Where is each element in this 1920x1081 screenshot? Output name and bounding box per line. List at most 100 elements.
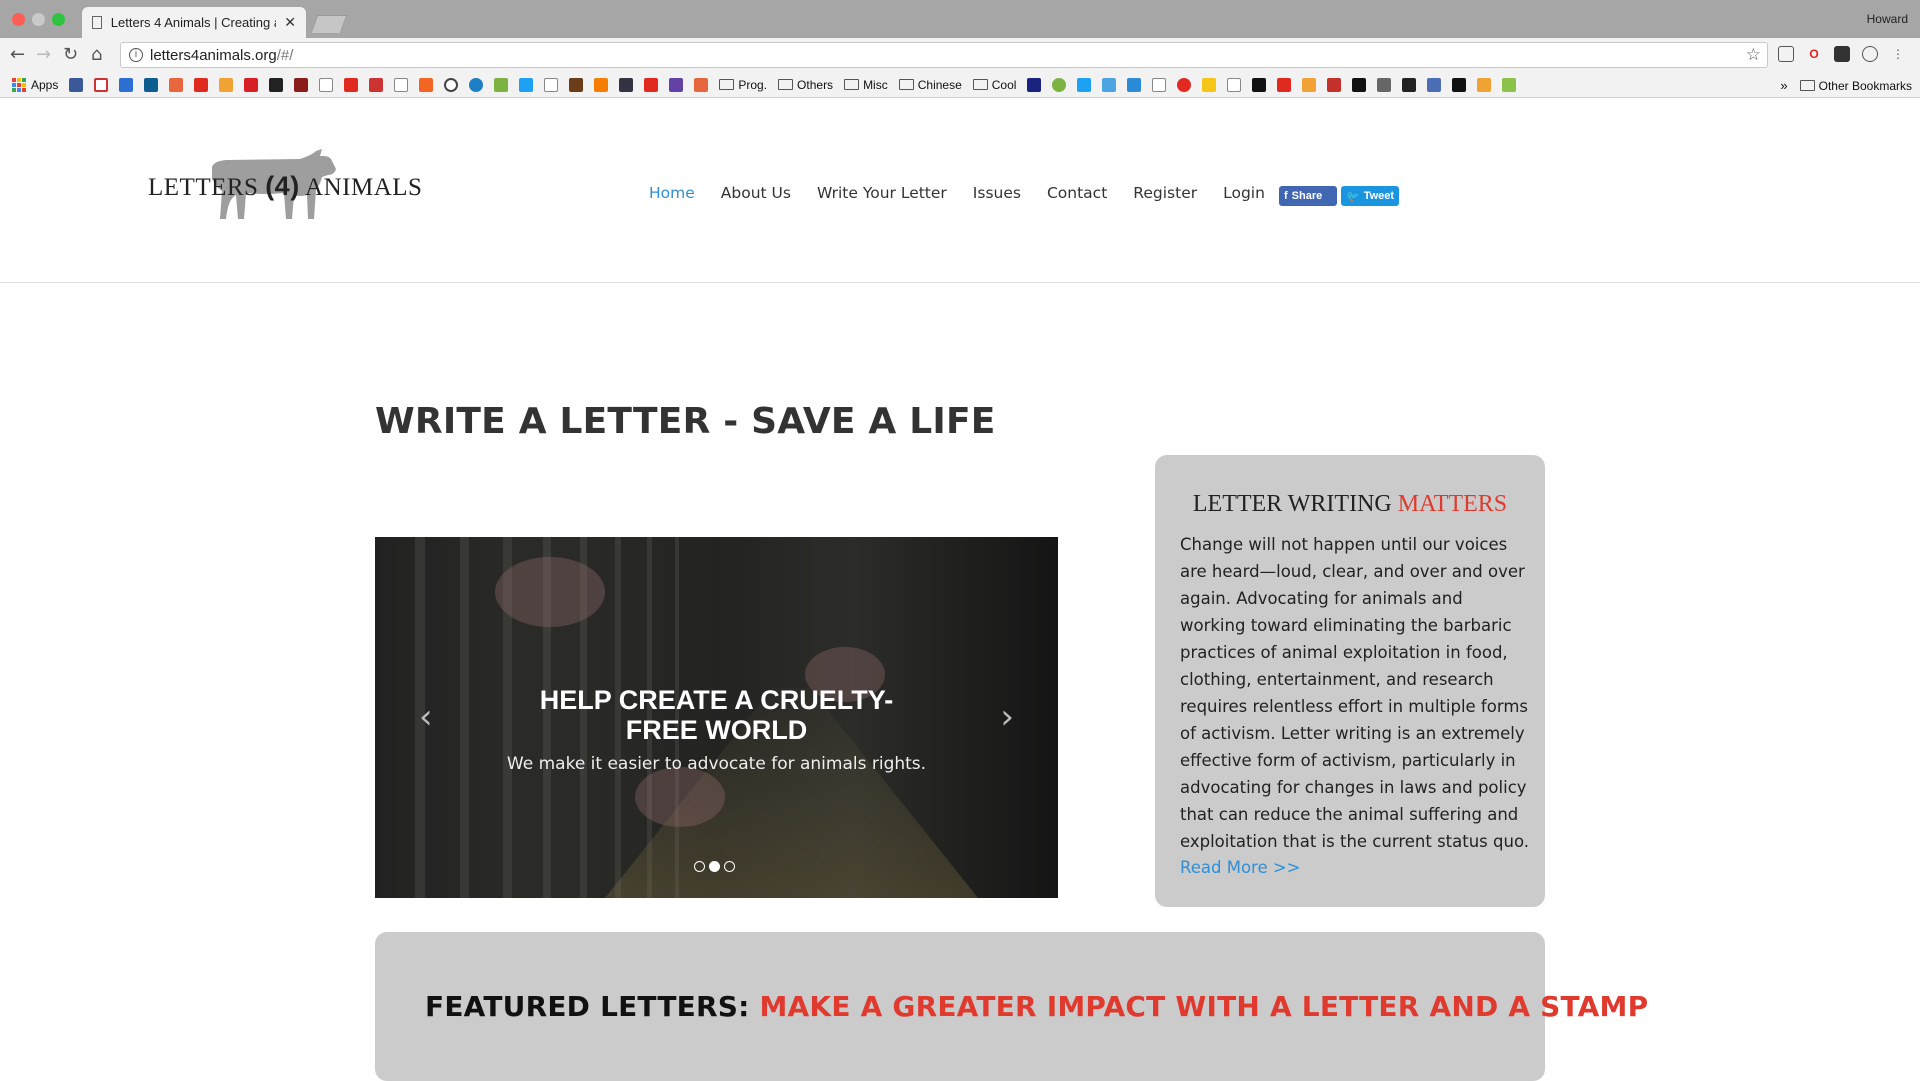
featured-letters-link[interactable]: MAKE A GREATER IMPACT WITH A LETTER AND … [759,990,1648,1023]
close-tab-icon[interactable]: ✕ [284,14,296,31]
bookmark-favicon[interactable] [469,77,484,92]
social-share: f Share 🐦 Tweet [1279,186,1399,206]
featured-letters-banner: FEATURED LETTERS: MAKE A GREATER IMPACT … [375,932,1648,1081]
info-extension-icon[interactable] [1862,46,1878,62]
bookmark-favicon[interactable] [1352,77,1367,92]
nav-issues[interactable]: Issues [973,184,1021,202]
twitter-icon[interactable] [519,77,534,92]
site-header: LETTERS (4) ANIMALS Home About Us Write … [0,99,1920,283]
bookmark-favicon[interactable] [419,77,434,92]
bookmark-folder-chinese[interactable]: Chinese [898,78,962,92]
bookmark-favicon[interactable] [1252,77,1267,92]
bookmark-favicon[interactable] [369,77,384,92]
info-icon[interactable]: i [129,48,143,62]
youtube-icon[interactable] [1327,77,1342,92]
opera-icon[interactable]: O [1806,46,1822,62]
bookmark-folder-cool[interactable]: Cool [972,78,1016,92]
page-icon[interactable] [1152,77,1167,92]
bookmark-favicon[interactable] [1477,77,1492,92]
nav-about-us[interactable]: About Us [721,184,791,202]
twitch-icon[interactable] [669,77,684,92]
site-logo[interactable]: LETTERS (4) ANIMALS [146,147,422,227]
page-icon[interactable] [394,77,409,92]
bookmark-favicon[interactable] [144,77,159,92]
blogger-icon[interactable] [594,77,609,92]
bookmark-folder-others[interactable]: Others [778,78,833,92]
bookmarks-overflow-icon[interactable]: » [1780,78,1787,93]
folder-icon [898,79,914,90]
nav-home[interactable]: Home [649,184,695,202]
logo-text: LETTERS (4) ANIMALS [148,171,423,201]
bookmark-favicon[interactable] [1102,77,1117,92]
bookmark-favicon[interactable] [169,77,184,92]
bookmark-favicon[interactable] [1427,77,1442,92]
mail-icon[interactable] [119,77,134,92]
cast-icon[interactable] [1778,46,1794,62]
bookmark-favicon[interactable] [219,77,234,92]
bookmark-folder-prog[interactable]: Prog. [719,78,767,92]
bookmark-favicon[interactable] [694,77,709,92]
carousel-prev-icon[interactable]: ‹ [419,697,433,737]
tweet-label: Tweet [1363,190,1395,202]
bookmark-favicon[interactable] [494,77,509,92]
bookmark-favicon[interactable] [1302,77,1317,92]
carousel-dot-1[interactable] [694,861,705,872]
nav-contact[interactable]: Contact [1047,184,1107,202]
bookmark-favicon[interactable] [269,77,284,92]
bookmark-favicon[interactable] [344,77,359,92]
bookmark-favicon[interactable] [1402,77,1417,92]
carousel-indicators [694,861,735,872]
extension-icon[interactable] [1834,46,1850,62]
bookmark-star-icon[interactable]: ☆ [1746,45,1761,65]
youtube-icon[interactable] [644,77,659,92]
bookmark-favicon[interactable] [619,77,634,92]
bookmark-favicon[interactable] [1052,77,1067,92]
youtube-icon[interactable] [1277,77,1292,92]
bookmark-favicon[interactable] [294,77,309,92]
facebook-share-button[interactable]: f Share [1279,186,1337,206]
tweet-button[interactable]: 🐦 Tweet [1341,186,1399,206]
read-more-link[interactable]: Read More >> [1180,858,1301,877]
bookmark-favicon[interactable] [1177,77,1192,92]
url-text[interactable]: letters4animals.org/#/ [150,47,293,64]
maximize-window-button[interactable] [52,13,65,26]
forward-arrow-icon[interactable]: → [36,44,51,65]
new-tab-button[interactable] [310,15,348,33]
netflix-icon[interactable] [244,77,259,92]
profile-name[interactable]: Howard [1867,12,1908,26]
bookmark-favicon[interactable] [1502,77,1517,92]
page-icon[interactable] [319,77,334,92]
browser-tab[interactable]: Letters 4 Animals | Creating a ✕ [82,7,306,38]
address-bar[interactable]: i letters4animals.org/#/ ☆ [120,42,1768,68]
carousel-next-icon[interactable]: › [1000,697,1014,737]
bookmark-favicon[interactable] [569,77,584,92]
apps-bookmark[interactable]: Apps [12,77,58,92]
apps-grid-icon [12,77,26,92]
minimize-window-button[interactable] [32,13,45,26]
home-icon[interactable]: ⌂ [91,44,102,65]
bookmark-favicon[interactable] [1452,77,1467,92]
other-bookmarks[interactable]: » Other Bookmarks [1780,78,1912,93]
youtube-icon[interactable] [194,77,209,92]
bookmark-folder-misc[interactable]: Misc [844,78,888,92]
bookmark-favicon[interactable] [1127,77,1142,92]
imdb-icon[interactable] [1202,77,1217,92]
carousel-dot-2[interactable] [709,861,720,872]
nav-register[interactable]: Register [1133,184,1197,202]
bookmark-favicon[interactable] [94,77,109,92]
bookmark-favicon[interactable] [1027,77,1042,92]
bookmark-favicon[interactable] [444,77,459,92]
close-window-button[interactable] [12,13,25,26]
nav-login[interactable]: Login [1223,184,1265,202]
bookmark-favicon[interactable] [1377,77,1392,92]
reload-icon[interactable]: ↻ [63,44,78,65]
page-icon[interactable] [544,77,559,92]
menu-icon[interactable]: ⋮ [1890,46,1906,62]
page-icon[interactable] [1227,77,1242,92]
back-arrow-icon[interactable]: ← [10,44,25,65]
hero-carousel[interactable]: HELP CREATE A CRUELTY- FREE WORLD We mak… [375,537,1058,898]
nav-write-your-letter[interactable]: Write Your Letter [817,184,947,202]
carousel-dot-3[interactable] [724,861,735,872]
twitter-icon[interactable] [1077,77,1092,92]
facebook-icon[interactable] [69,77,84,92]
